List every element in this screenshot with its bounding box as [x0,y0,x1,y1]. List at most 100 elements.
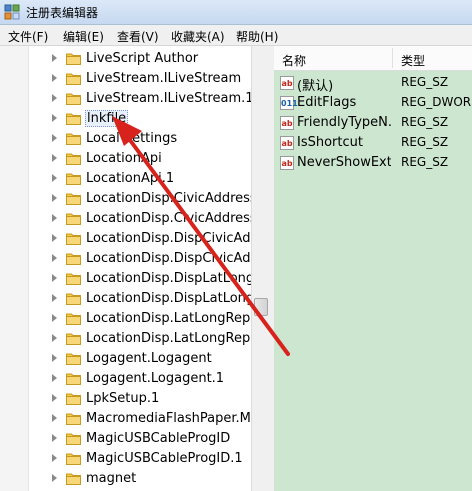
expand-arrow-icon[interactable] [52,314,57,322]
value-type: REG_SZ [401,135,449,149]
menu-favorites[interactable]: 收藏夹(A) [171,28,225,45]
folder-icon [66,353,81,365]
tree-item[interactable]: MagicUSBCableProgID [0,429,251,449]
values-pane[interactable]: 名称 类型 ab(默认)REG_SZ011EditFlagsREG_DWORDa… [274,46,472,491]
tree-item-label: LocationDisp.DispLatLongRe [86,291,251,306]
column-header-name[interactable]: 名称 [282,52,306,69]
folder-icon [66,313,81,325]
tree-item[interactable]: MagicUSBCableProgID.1 [0,449,251,469]
expand-arrow-icon[interactable] [52,94,57,102]
expand-arrow-icon[interactable] [52,174,57,182]
expand-arrow-icon[interactable] [52,374,57,382]
expand-arrow-icon[interactable] [52,334,57,342]
folder-icon [66,93,81,105]
tree-item[interactable]: Local Settings [0,129,251,149]
string-value-icon: ab [280,116,294,130]
tree-item-label: LocationApi [86,151,162,166]
string-value-icon: ab [280,156,294,170]
expand-arrow-icon[interactable] [52,74,57,82]
value-row[interactable]: ab (默认) REG_SZ [274,73,472,94]
folder-icon [66,73,81,85]
expand-arrow-icon[interactable] [52,114,57,122]
binary-value-icon: 011 [280,96,298,110]
tree-item-label: magnet [86,471,137,486]
tree-item[interactable]: LocationDisp.DispCivicAddre [0,229,251,249]
tree-item-label: LocationDisp.DispCivicAddre [86,251,251,266]
expand-arrow-icon[interactable] [52,414,57,422]
tree-item[interactable]: lnkfile [0,109,251,129]
expand-arrow-icon[interactable] [52,354,57,362]
value-name: (默认) [297,79,334,94]
folder-icon [66,333,81,345]
value-row[interactable]: ab IsShortcut REG_SZ [274,133,472,153]
tree-item-label: LocationDisp.LatLongReport [86,331,251,346]
tree-item-label: LiveStream.ILiveStream.1 [86,91,251,106]
expand-arrow-icon[interactable] [52,54,57,62]
expand-arrow-icon[interactable] [52,154,57,162]
tree-item-label: MacromediaFlashPaper.Mac [86,411,251,426]
folder-icon [66,473,81,485]
tree-item-label: MagicUSBCableProgID.1 [86,451,243,466]
menu-bar: 文件(F) 编辑(E) 查看(V) 收藏夹(A) 帮助(H) [0,25,472,46]
tree-item[interactable]: LocationApi.1 [0,169,251,189]
menu-edit[interactable]: 编辑(E) [63,28,104,45]
folder-icon [66,433,81,445]
expand-arrow-icon[interactable] [52,254,57,262]
folder-icon [66,53,81,65]
value-name: IsShortcut [297,135,363,150]
expand-arrow-icon[interactable] [52,294,57,302]
tree-item[interactable]: LocationDisp.LatLongReport [0,329,251,349]
folder-icon [66,153,81,165]
expand-arrow-icon[interactable] [52,274,57,282]
tree-item[interactable]: LiveStream.ILiveStream [0,69,251,89]
expand-arrow-icon[interactable] [52,214,57,222]
tree-item-label: LpkSetup.1 [86,391,160,406]
expand-arrow-icon[interactable] [52,394,57,402]
column-separator[interactable] [392,48,393,68]
tree-item[interactable]: LocationDisp.DispLatLongRe [0,289,251,309]
value-type: REG_SZ [401,155,449,169]
expand-arrow-icon[interactable] [52,234,57,242]
menu-file[interactable]: 文件(F) [8,28,48,45]
value-row[interactable]: ab FriendlyTypeN... REG_SZ [274,113,472,133]
value-type: REG_DWORD [401,95,472,109]
column-header-type[interactable]: 类型 [401,52,425,69]
string-value-icon: ab [280,76,294,90]
expand-arrow-icon[interactable] [52,134,57,142]
expand-arrow-icon[interactable] [52,474,57,482]
tree-item-label: LiveStream.ILiveStream [86,71,242,86]
folder-icon [66,393,81,405]
registry-key-tree[interactable]: LiveScript Author LiveStream.ILiveStream L… [0,46,251,491]
folder-icon [66,273,81,285]
value-row[interactable]: 011EditFlags REG_DWORD [274,93,472,113]
value-row[interactable]: ab NeverShowExt REG_SZ [274,153,472,173]
folder-icon [66,253,81,265]
menu-view[interactable]: 查看(V) [117,28,159,45]
tree-item[interactable]: Logagent.Logagent [0,349,251,369]
scrollbar-thumb[interactable] [254,298,268,316]
tree-item[interactable]: LocationDisp.DispCivicAddre [0,249,251,269]
tree-item[interactable]: LocationDisp.CivicAddressRe [0,189,251,209]
tree-item[interactable]: LocationApi [0,149,251,169]
tree-item-label: LocationDisp.DispCivicAddre [86,231,251,246]
expand-arrow-icon[interactable] [52,194,57,202]
tree-item[interactable]: MacromediaFlashPaper.Mac [0,409,251,429]
tree-item-label: Local Settings [86,131,178,146]
tree-item[interactable]: magnet [0,469,251,489]
tree-item[interactable]: LocationDisp.DispLatLongRe [0,269,251,289]
tree-item[interactable]: Logagent.Logagent.1 [0,369,251,389]
tree-item[interactable]: LiveStream.ILiveStream.1 [0,89,251,109]
tree-vertical-scrollbar[interactable] [251,46,270,491]
tree-item[interactable]: LiveScript Author [0,49,251,69]
expand-arrow-icon[interactable] [52,454,57,462]
menu-help[interactable]: 帮助(H) [236,28,278,45]
tree-item-label: Logagent.Logagent [86,351,212,366]
expand-arrow-icon[interactable] [52,434,57,442]
tree-item-label: LocationDisp.LatLongReport [86,311,251,326]
value-name: EditFlags [297,95,357,110]
tree-item[interactable]: LocationDisp.LatLongReport [0,309,251,329]
tree-item[interactable]: LpkSetup.1 [0,389,251,409]
tree-item[interactable]: LocationDisp.CivicAddressRe [0,209,251,229]
folder-icon [66,213,81,225]
title-bar: 注册表编辑器 [0,0,472,25]
